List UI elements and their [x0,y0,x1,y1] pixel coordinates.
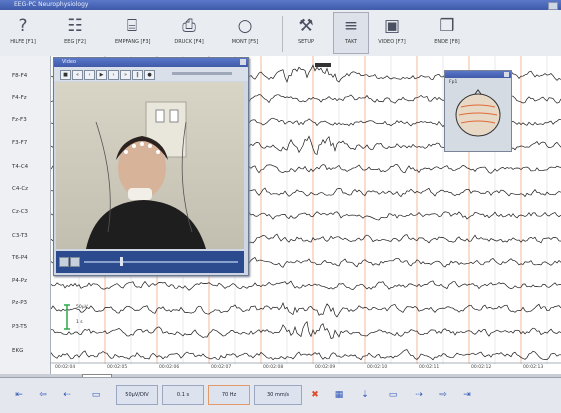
map-window-titlebar[interactable] [445,71,511,78]
takt-button[interactable]: ≡ TAKT [333,12,369,54]
pause-icon[interactable]: ‖ [132,70,143,80]
channel-label-column: F8-F4 F4-Fz Fz-F3 F3-F7 T4-C4 C4-Cz Cz-C… [0,56,51,374]
montage-icon: ○ [237,16,253,36]
channel-label: F3-F7 [12,140,28,146]
step-forward-icon[interactable]: › [108,70,119,80]
close-icon[interactable] [240,59,246,65]
eeg-channel-trace [51,280,561,291]
eeg-channel-trace [51,320,561,339]
receive-icon: ⌸ [126,16,138,36]
map-window[interactable]: Fp1 [444,70,512,152]
time-tick: 00:02:11 [419,365,440,370]
video-icon: ▣ [383,16,401,36]
step-back-icon[interactable]: ⇠ [58,385,76,405]
channel-label: F4-Fz [12,95,27,101]
video-button[interactable] [70,257,80,267]
video-controls: ■ « ‹ ▶ › » ‖ ● [54,67,248,81]
time-tick: 00:02:09 [315,365,336,370]
scale-value: 50µV [76,305,88,310]
setup-button[interactable]: ⚒ SETUP [289,13,323,53]
time-axis: 00:02:04 00:02:05 00:02:06 00:02:07 00:0… [51,363,561,374]
rewind-icon[interactable]: « [72,70,83,80]
time-tick: 00:02:10 [367,365,388,370]
channel-label: Fz-F3 [12,117,27,123]
eeg-channel-trace [51,349,561,361]
jump-end-icon[interactable]: ⇥ [458,385,476,405]
volume-slider[interactable] [172,72,232,75]
title-bar: EEG-PC Neurophysiology [0,0,561,10]
time-tick: 00:02:05 [107,365,128,370]
time-tick: 00:02:12 [471,365,492,370]
map-label: Fp1 [449,80,458,85]
video-window-title: Video [62,59,77,65]
close-icon[interactable] [504,72,509,77]
video-button[interactable]: ▣ VIDEO [F7] [375,13,409,53]
time-tick: 00:02:08 [263,365,284,370]
toolbar-divider [282,16,283,52]
filter-select[interactable]: 70 Hz [208,385,250,405]
question-icon: ? [18,16,28,36]
jump-start-icon[interactable]: ⇤ [10,385,28,405]
help-button[interactable]: ? HILFE [F1] [6,13,40,53]
step-back-icon[interactable]: ‹ [84,70,95,80]
takt-icon: ≡ [343,16,359,36]
marker-icon[interactable]: ⇣ [356,385,374,405]
speed-select[interactable]: 30 mm/s [254,385,302,405]
page-back-icon[interactable]: ⇦ [34,385,52,405]
exit-icon: ❒ [439,16,455,36]
eeg-channel-trace [51,302,561,318]
window-title: EEG-PC Neurophysiology [14,1,89,8]
channel-label: T4-C4 [12,164,29,170]
tools-icon: ⚒ [298,16,314,36]
print-button[interactable]: ⎙ DRUCK [F4] [172,13,206,53]
time-constant-select[interactable]: 0.1 s [162,385,204,405]
page-forward-icon[interactable]: ⇨ [434,385,452,405]
close-button[interactable] [548,2,558,10]
play-icon[interactable]: ▶ [96,70,107,80]
exit-button[interactable]: ❒ ENDE [F8] [430,13,464,53]
channel-label: C3-T3 [12,233,28,239]
record-icon[interactable]: ● [144,70,155,80]
time-tick: 00:02:04 [55,365,76,370]
channel-label: P3-T5 [12,324,28,330]
patient-video-image [86,101,206,249]
step-forward-icon[interactable]: ⇢ [410,385,428,405]
scale-time: 1 s [76,320,83,325]
event-icon[interactable]: ▦ [330,385,348,405]
montage-button[interactable]: ○ MONT [F5] [228,13,262,53]
video-frame [56,82,244,249]
head-map-icon [455,89,501,137]
receive-button[interactable]: ⌸ EMPFANG [F3] [115,13,151,53]
channel-label: Cz-C3 [12,209,29,215]
event-marker [315,63,331,67]
stop-icon[interactable]: ■ [60,70,71,80]
channel-label: Pz-P3 [12,300,28,306]
time-tick: 00:02:06 [159,365,180,370]
eeg-button[interactable]: ☷ EEG [F2] [58,13,92,53]
channel-label: F8-F4 [12,73,28,79]
video-window[interactable]: Video ■ « ‹ ▶ › » ‖ ● [53,57,249,276]
time-tick: 00:02:07 [211,365,232,370]
display-icon[interactable]: ▭ [82,385,110,405]
time-tick: 00:02:13 [523,365,544,370]
video-seek-thumb[interactable] [120,257,123,266]
display-icon[interactable]: ▭ [380,385,406,405]
amplitude-scale-marker [64,304,70,330]
printer-icon: ⎙ [182,16,196,36]
eeg-icon: ☷ [67,16,83,36]
video-window-titlebar[interactable]: Video [54,58,248,67]
cross-icon[interactable]: ✖ [306,385,324,405]
sensitivity-select[interactable]: 50µV/DIV [116,385,158,405]
video-seek-track[interactable] [84,261,238,263]
toolbar: ? HILFE [F1] ☷ EEG [F2] ⌸ EMPFANG [F3] ⎙ DRU… [0,10,561,57]
fast-forward-icon[interactable]: » [120,70,131,80]
video-timeline [56,251,244,273]
channel-label: EKG [12,348,24,354]
channel-label: C4-Cz [12,186,29,192]
video-button[interactable] [59,257,69,267]
channel-label: T6-P4 [12,255,28,261]
channel-label: P4-Pz [12,278,28,284]
bottom-toolbar: ⇤ ⇦ ⇠ ▭ 50µV/DIV 0.1 s 70 Hz 30 mm/s ✖ ▦… [0,377,561,413]
